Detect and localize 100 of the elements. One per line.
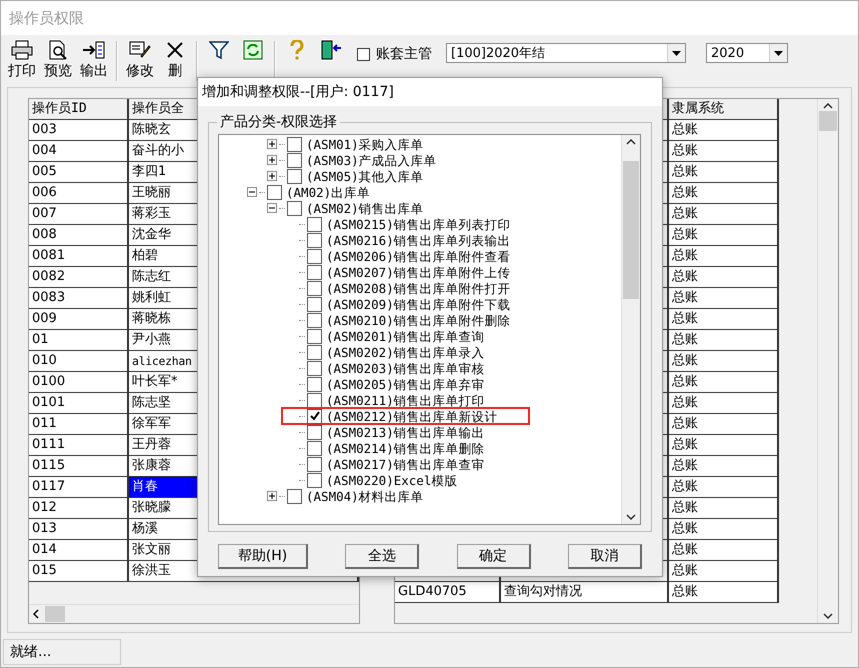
toolbar-button[interactable]: 打印 [5,38,39,84]
tree-checkbox[interactable] [307,344,322,360]
tree-checkbox[interactable] [287,168,302,184]
tree-checkbox[interactable] [307,328,322,344]
table-cell: 0117 [29,477,129,498]
dialog-button[interactable]: 帮助(H) [218,544,308,569]
toolbar-button[interactable]: 删 [159,38,191,84]
table-cell: 总账 [669,582,779,603]
table-cell: 查询勾对情况 [501,582,669,603]
table-cell: 013 [29,519,129,540]
table-cell: 总账 [669,120,779,141]
tree-checkbox[interactable] [307,440,322,456]
tree-checkbox[interactable] [307,456,322,472]
group-title: 产品分类-权限选择 [217,113,340,131]
scroll-up-icon[interactable] [626,139,636,145]
scroll-left-icon[interactable] [33,609,39,619]
table-cell: 007 [29,204,129,225]
table-cell: 总账 [669,246,779,267]
dialog-button[interactable]: 全选 [345,544,420,569]
collapse-icon[interactable] [247,187,257,197]
year-dropdown[interactable]: 2020 [706,43,788,63]
table-cell: 总账 [669,162,779,183]
table-cell: 0115 [29,456,129,477]
table-cell: 008 [29,225,129,246]
scrollbar-thumb[interactable] [819,111,837,131]
table-cell: 总账 [669,309,779,330]
status-text: 就绪... [3,639,121,665]
dropdown-arrow-icon [672,50,681,56]
table-cell: 0081 [29,246,129,267]
toolbar-button[interactable]: 修改 [123,38,157,84]
table-cell: 012 [29,498,129,519]
dialog-button[interactable]: 确定 [456,544,531,569]
table-cell: 0082 [29,267,129,288]
tree-checkbox[interactable] [307,408,322,424]
expand-icon[interactable] [267,155,277,165]
dialog-button[interactable]: 取消 [568,544,642,569]
table-cell: 010 [29,351,129,372]
collapse-icon[interactable] [267,203,277,213]
tree-checkbox[interactable] [307,248,322,264]
scrollbar-thumb[interactable] [623,161,639,299]
tree-checkbox[interactable] [307,392,322,408]
tree-checkbox[interactable] [307,280,322,296]
tree-checkbox[interactable] [307,312,322,328]
column-header: 隶属系统 [669,99,779,120]
table-cell: 总账 [669,414,779,435]
tree-checkbox[interactable] [307,232,322,248]
scrollbar-thumb[interactable] [45,606,65,622]
window-title: 操作员权限 [1,1,858,35]
edit-icon [129,40,151,60]
question-mark-icon [289,40,305,60]
table-cell: 总账 [669,204,779,225]
table-cell: 总账 [669,330,779,351]
dropdown-arrow-icon [774,50,783,56]
tree-checkbox[interactable] [307,296,322,312]
table-cell: 总账 [669,456,779,477]
toolbar-button[interactable]: 输出 [77,38,111,84]
table-cell: 0111 [29,435,129,456]
table-cell: 总账 [669,393,779,414]
tree-checkbox[interactable] [307,376,322,392]
table-cell: 总账 [669,267,779,288]
table-cell: 0101 [29,393,129,414]
filter-icon [209,40,229,60]
tree-checkbox[interactable] [307,424,322,440]
checkbox-label: 账套主管 [376,45,432,63]
tree-checkbox[interactable] [287,152,302,168]
tree-checkbox[interactable] [307,472,322,488]
expand-icon[interactable] [267,171,277,181]
column-header: 操作员ID [29,99,129,120]
account-set-dropdown[interactable]: [100]2020年结 [446,43,686,63]
table-cell: 0083 [29,288,129,309]
tree-checkbox[interactable] [307,264,322,280]
checkbox[interactable] [357,48,370,60]
tree-checkbox[interactable] [307,216,322,232]
expand-icon[interactable] [267,139,277,149]
delete-icon [165,40,185,60]
exit-door-icon [320,40,342,60]
export-icon [82,40,106,60]
table-cell: 004 [29,141,129,162]
table-cell: 总账 [669,519,779,540]
scroll-down-icon[interactable] [626,514,636,520]
table-cell: 006 [29,183,129,204]
expand-icon[interactable] [267,491,277,501]
tree-checkbox[interactable] [287,136,302,152]
table-cell: 005 [29,162,129,183]
toolbar-button[interactable]: 预览 [41,38,75,84]
tree-checkbox[interactable] [307,360,322,376]
table-cell: 01 [29,330,129,351]
printer-icon [11,40,33,60]
table-cell: 总账 [669,351,779,372]
table-cell: 009 [29,309,129,330]
tree-checkbox[interactable] [287,488,302,504]
tree-checkbox[interactable] [267,184,282,200]
table-cell: 总账 [669,372,779,393]
table-cell: 总账 [669,225,779,246]
table-cell: 总账 [669,477,779,498]
table-cell: GLD40705 [395,582,501,603]
scroll-down-icon[interactable] [823,613,833,619]
scroll-up-icon[interactable] [823,103,833,109]
refresh-icon [243,40,263,60]
tree-checkbox[interactable] [287,200,302,216]
